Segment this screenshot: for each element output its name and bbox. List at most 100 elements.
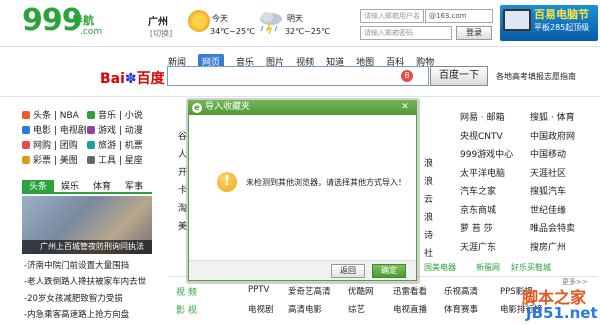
site-link[interactable]: 好乐买鞋城 <box>511 262 551 273</box>
sidebar-item-label: 彩票 | 美图 <box>33 156 78 166</box>
sidebar-item-label: 旅游 | 机票 <box>98 141 143 151</box>
browser-logo-icon: e <box>192 103 202 113</box>
email-domain-select[interactable]: @163.com <box>425 9 493 23</box>
category-link[interactable]: 综艺 <box>348 303 365 315</box>
news-tabs: 头条 娱乐 体育 军事 <box>22 180 152 194</box>
category-icon <box>87 110 95 119</box>
ad-title: 百易电脑节 <box>534 8 589 21</box>
news-item[interactable]: -内急乘客高速路上抢方向盘 <box>24 308 129 320</box>
site-link[interactable]: 999游戏中心 <box>460 147 513 160</box>
search-button[interactable]: 百度一下 <box>430 66 488 86</box>
baidu-logo-latin: Bai <box>100 71 125 87</box>
site-link[interactable]: 新蛋网 <box>476 262 500 273</box>
category-link[interactable]: 优酷网 <box>348 285 374 297</box>
email-username-input[interactable]: 请输入邮箱用户名 <box>360 9 424 23</box>
close-icon[interactable]: ✕ <box>399 102 411 113</box>
thunderstorm-icon <box>260 12 282 34</box>
category-icon <box>87 140 95 149</box>
category-label[interactable]: 影 视 <box>176 303 197 316</box>
category-icon <box>87 155 95 164</box>
sidebar-item[interactable]: 电影 | 电视剧 <box>22 123 87 136</box>
sidebar-item[interactable]: 头条 | NBA <box>22 108 87 121</box>
logo-text: 导航 <box>72 14 94 27</box>
sidebar-item-label: 游戏 | 动漫 <box>98 126 143 136</box>
sidebar-item[interactable]: 音乐 | 小说 <box>87 108 152 121</box>
sidebar-row: 网购 | 团购 旅游 | 机票 <box>22 138 152 151</box>
city-switch-link[interactable]: [切换] <box>150 28 172 39</box>
category-link[interactable]: 乐视高清 <box>444 285 478 297</box>
site-link[interactable]: 中国移动 <box>530 147 566 160</box>
sidebar-item[interactable]: 工具 | 星座 <box>87 153 152 166</box>
category-icon <box>87 125 95 134</box>
email-password-input[interactable]: 请输入邮箱密码 <box>360 26 452 40</box>
site-link-partial[interactable]: 浪 <box>424 156 433 169</box>
news-item[interactable]: -20岁女孩减肥致智力受损 <box>24 292 123 304</box>
news-item[interactable]: -老人跌倒路人搀扶被家车内去世 <box>24 275 146 287</box>
category-link[interactable]: 迅雷看看 <box>393 285 427 297</box>
site-link[interactable]: 搜狐 · 体育 <box>530 110 575 123</box>
news-tab[interactable]: 娱乐 <box>54 180 86 194</box>
input-helper-icon[interactable]: 8 <box>401 70 413 82</box>
site-link[interactable]: 中国政府网 <box>530 129 575 142</box>
city-name: 广州 <box>148 17 168 28</box>
category-link[interactable]: 体育赛事 <box>444 303 478 315</box>
weather-today-label: 今天 <box>212 14 228 23</box>
sidebar-item[interactable]: 彩票 | 美图 <box>22 153 87 166</box>
site-link-partial[interactable]: 诗 <box>424 228 433 241</box>
computer-icon <box>503 9 531 31</box>
sidebar-item-label: 网购 | 团购 <box>33 141 78 151</box>
watermark-en: JB51.net <box>526 304 598 322</box>
category-icon <box>22 140 30 149</box>
site-link-partial[interactable]: 云 <box>424 192 433 205</box>
site-link[interactable]: 搜狐汽车 <box>530 184 566 197</box>
site-link[interactable]: 京东商城 <box>460 203 496 216</box>
sidebar-item-label: 工具 | 星座 <box>98 156 143 166</box>
site-link-partial[interactable]: 浪 <box>424 174 433 187</box>
search-divider <box>0 96 600 97</box>
sidebar-row: 彩票 | 美图 工具 | 星座 <box>22 153 152 166</box>
ok-button[interactable]: 确定 <box>372 264 406 278</box>
site-link[interactable]: 世纪佳缘 <box>530 203 566 216</box>
category-link[interactable]: 高清电影 <box>288 303 322 315</box>
news-photo-caption[interactable]: 广州上百城管夜防刑询问执法 <box>22 240 152 254</box>
back-button[interactable]: 返回 <box>331 264 365 278</box>
category-link[interactable]: 电视剧 <box>248 303 274 315</box>
category-link[interactable]: 电视直播 <box>393 303 427 315</box>
search-input[interactable] <box>167 66 429 86</box>
site-link-partial[interactable]: 浪 <box>424 210 433 223</box>
site-link-partial[interactable]: 社 <box>424 246 433 259</box>
login-button[interactable]: 登录 <box>456 26 492 40</box>
news-tab[interactable]: 头条 <box>22 180 54 194</box>
site-link[interactable]: 国美电器 <box>424 262 456 273</box>
baidu-logo-cn: 百度 <box>136 71 165 87</box>
sidebar-categories: 头条 | NBA 音乐 | 小说 电影 | 电视剧 游戏 | 动漫网购 | 团购 旅游 … <box>22 108 152 168</box>
news-tab[interactable]: 军事 <box>118 180 150 194</box>
site-link[interactable]: 搜房广州 <box>530 240 566 253</box>
paw-icon: ✽ <box>124 71 137 87</box>
news-tab[interactable]: 体育 <box>86 180 118 194</box>
sidebar-item[interactable]: 旅游 | 机票 <box>87 138 152 151</box>
dialog-title[interactable]: 导入收藏夹 <box>188 100 417 115</box>
site-link[interactable]: 天涯广东 <box>460 240 496 253</box>
category-link[interactable]: PPTV <box>248 285 269 295</box>
header-divider <box>0 46 600 47</box>
site-link[interactable]: 汽车之家 <box>460 184 496 197</box>
site-link[interactable]: 央视CNTV <box>460 129 503 142</box>
category-label[interactable]: 视 频 <box>176 285 197 298</box>
category-icon <box>22 125 30 134</box>
warning-icon: ! <box>217 172 237 192</box>
site-link[interactable]: 天涯社区 <box>530 166 566 179</box>
category-link[interactable]: 爱奇艺高清 <box>288 285 331 297</box>
category-icon <box>22 110 30 119</box>
site-link[interactable]: 太平洋电脑 <box>460 166 505 179</box>
gaokao-link[interactable]: 各地高考填报志愿指南 <box>496 71 576 82</box>
weather-tomorrow-label: 明天 <box>287 14 303 23</box>
sidebar-item[interactable]: 网购 | 团购 <box>22 138 87 151</box>
site-link[interactable]: 唯品会特卖 <box>530 221 575 234</box>
weather-tomorrow-temp: 32℃~25℃ <box>285 27 331 36</box>
baidu-logo[interactable]: Bai✽百度 <box>100 68 165 88</box>
sidebar-item[interactable]: 游戏 | 动漫 <box>87 123 152 136</box>
site-link[interactable]: 网易 · 邮箱 <box>460 110 505 123</box>
news-item[interactable]: -济南中院门前设置大量围挡 <box>24 259 129 271</box>
site-link[interactable]: 萝 苔 莎 <box>460 221 493 234</box>
